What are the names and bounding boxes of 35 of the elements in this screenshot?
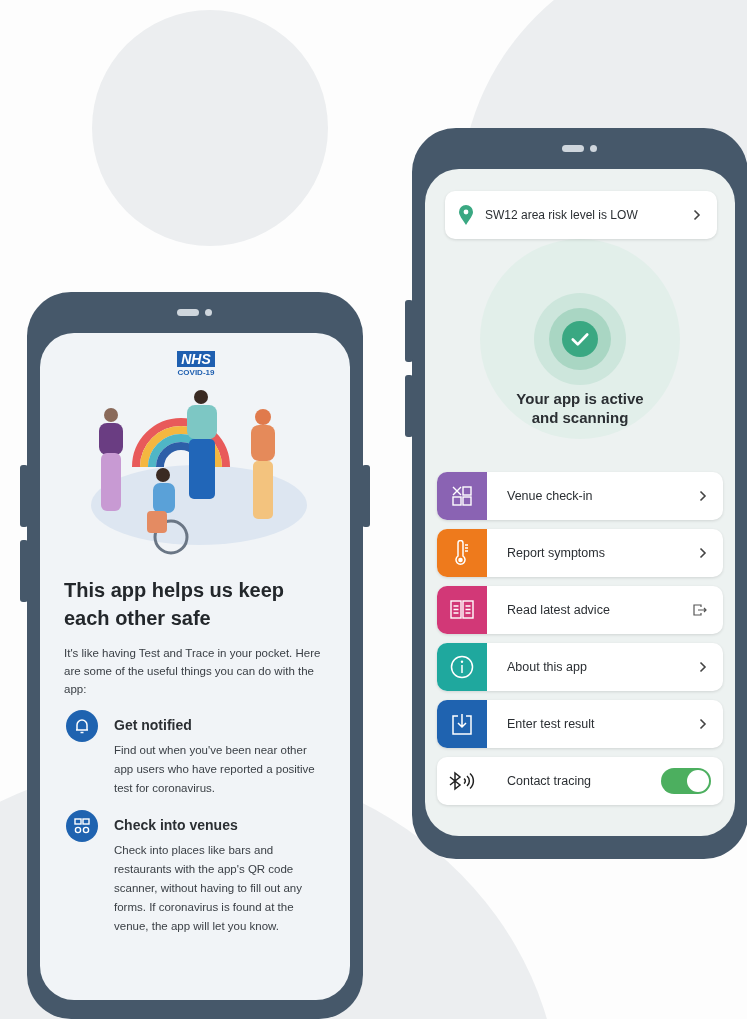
qr-code-icon <box>66 810 98 842</box>
external-link-icon <box>693 604 707 616</box>
chevron-right-icon <box>693 209 701 221</box>
logo-subtitle: COVID-19 <box>177 368 215 377</box>
menu-item[interactable]: Enter test result <box>437 700 723 748</box>
row-label: Contact tracing <box>507 774 593 788</box>
speaker-icon <box>177 309 212 316</box>
menu-item[interactable]: Venue check-in <box>437 472 723 520</box>
info-icon <box>450 655 474 679</box>
chevron-right-icon <box>699 490 707 502</box>
book-icon <box>450 600 474 620</box>
feature-text: Find out when you've been near other app users who have reported a positive test for coronavirus. <box>114 743 316 796</box>
menu-item[interactable]: About this app <box>437 643 723 691</box>
download-icon <box>451 712 473 736</box>
qr-code-icon <box>451 485 473 507</box>
bluetooth-icon <box>448 771 476 791</box>
chevron-right-icon <box>699 547 707 559</box>
risk-level-banner[interactable]: SW12 area risk level is LOW <box>445 191 717 239</box>
chevron-right-icon <box>699 718 707 730</box>
bell-icon <box>66 710 98 742</box>
location-pin-icon <box>459 205 473 225</box>
speaker-icon <box>562 145 597 152</box>
status-text: Your app is active and scanning <box>515 389 645 427</box>
menu-item[interactable]: Read latest advice <box>437 586 723 634</box>
intro-text: It's like having Test and Trace in your pocket. Here are some of the useful things you can do with the app: <box>64 646 322 697</box>
thermometer-icon <box>454 540 470 566</box>
feature-text: Check into places like bars and restaurants with the app's QR code scanner, without having to fill out any forms. If coronavirus is found at the venue, the app will let you know. <box>114 843 303 934</box>
feature-title: Check into venues <box>114 816 239 835</box>
check-icon <box>562 321 598 357</box>
heading: This app helps us keep each other safe <box>64 578 286 631</box>
feature-title: Get notified <box>114 716 193 735</box>
menu-item[interactable]: Report symptoms <box>437 529 723 577</box>
nhs-logo: NHS <box>177 351 215 367</box>
chevron-right-icon <box>699 661 707 673</box>
toggle-switch[interactable] <box>661 768 711 794</box>
